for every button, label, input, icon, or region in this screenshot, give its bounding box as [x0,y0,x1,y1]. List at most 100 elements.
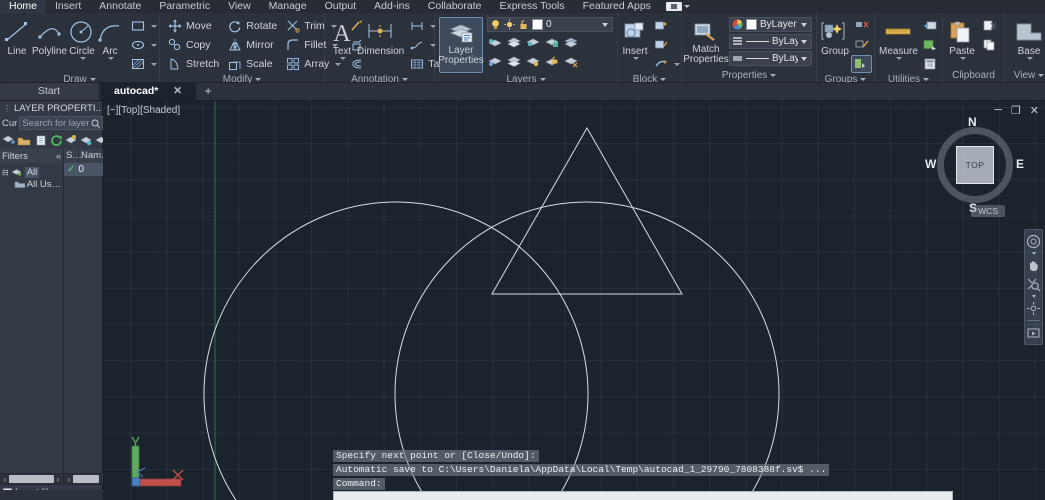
chevron-down-icon[interactable] [1031,252,1036,255]
viewcube-top-face[interactable]: TOP [956,146,994,184]
linetype-combo[interactable]: ByLayer [729,34,812,49]
chevron-down-icon[interactable] [340,57,346,60]
zoom-icon[interactable] [1025,276,1042,293]
filters-hscrollbar[interactable]: ‹ › [0,473,63,484]
file-tab-start[interactable]: Start [0,83,98,100]
wcs-selector[interactable]: WCS [971,205,1005,217]
scroll-right-icon[interactable]: › [54,475,62,484]
ribbon-tab-home[interactable]: Home [0,0,47,13]
panel-view-title[interactable]: View [1009,69,1045,82]
ribbon-tab-output[interactable]: Output [316,0,366,13]
cut-button[interactable] [979,17,1000,35]
edit-block-button[interactable] [650,36,683,54]
refresh-icon[interactable] [50,132,64,149]
edit-attribute-button[interactable] [650,55,683,73]
ribbon-tab-featured-apps[interactable]: Featured Apps [574,0,660,13]
modify-copy-button[interactable]: Copy [164,36,222,54]
chevron-down-icon[interactable] [602,22,608,27]
match-properties-button[interactable]: Match Properties [683,17,729,65]
group-selection-button[interactable] [851,55,872,73]
calculator-button[interactable] [920,55,941,73]
chevron-down-icon[interactable] [801,56,807,61]
modify-rotate-button[interactable]: Rotate [224,17,280,35]
workspace-switcher[interactable] [665,2,690,11]
ribbon-tab-parametric[interactable]: Parametric [150,0,219,13]
steering-wheel-icon[interactable] [1025,233,1042,250]
layer-freeze-icon[interactable] [506,34,523,51]
layer-states-icon[interactable] [65,132,79,149]
color-swatch[interactable] [746,19,757,30]
expand-icon[interactable]: ⊟ [2,168,9,177]
pan-icon[interactable] [1025,257,1042,274]
layer-lock-icon[interactable] [544,34,561,51]
draw-arc-button[interactable]: Arc [97,17,123,60]
copy-clip-button[interactable] [979,36,1000,54]
ungroup-button[interactable] [851,17,872,35]
chevron-down-icon[interactable] [674,62,680,66]
lineweight-combo[interactable]: ByLayer [729,51,812,66]
layer-unlock-icon[interactable] [544,53,561,70]
search-input[interactable]: Search for layer [19,116,104,130]
layer-previous-icon[interactable] [506,53,523,70]
palette-menu-icon[interactable]: ⋮ [3,104,11,113]
modify-mirror-button[interactable]: Mirror [224,36,280,54]
draw-hatch-button[interactable] [127,55,160,73]
chevron-down-icon[interactable] [960,57,966,60]
ribbon-tab-manage[interactable]: Manage [260,0,316,13]
annotation-text-button[interactable]: A Text [329,17,355,60]
draw-line-button[interactable]: Line [4,17,30,57]
modify-stretch-button[interactable]: Stretch [164,55,222,73]
viewcube[interactable]: TOP N S E W [925,115,1024,215]
layer-off-icon[interactable] [525,34,542,51]
layer-isolate-icon[interactable] [487,34,504,51]
layer-color-swatch[interactable] [532,19,543,30]
chevron-down-icon[interactable] [151,62,158,66]
scroll-left-icon[interactable]: ‹ [1,475,9,484]
draw-ellipse-button[interactable] [127,36,160,54]
group-edit-button[interactable] [851,36,872,54]
ribbon-tab-addins[interactable]: Add-ins [365,0,419,13]
modify-scale-button[interactable]: Scale [224,55,280,73]
layer-new-icon[interactable] [487,53,504,70]
scroll-left-icon[interactable]: ‹ [65,475,73,484]
viewcube-north-label[interactable]: N [968,115,977,129]
new-layer-icon[interactable] [2,132,16,149]
command-input[interactable] [333,491,953,500]
ribbon-tab-collaborate[interactable]: Collaborate [419,0,491,13]
panel-properties-title[interactable]: Properties [686,69,812,82]
tree-item-all[interactable]: ⊟ All [2,166,61,178]
new-tab-button[interactable]: + [198,83,218,100]
chevron-down-icon[interactable] [80,57,87,60]
orbit-icon[interactable] [1025,300,1042,317]
collapse-filters-icon[interactable]: « [56,151,61,161]
chevron-down-icon[interactable] [1031,295,1036,298]
layer-properties-button[interactable]: Layer Properties [438,17,484,73]
chevron-down-icon[interactable] [151,24,158,28]
chevron-down-icon[interactable] [801,39,807,44]
paste-button[interactable]: Paste [947,17,977,60]
annotation-dimension-button[interactable]: Dimension [357,17,404,57]
layer-match-icon[interactable] [525,53,542,70]
scrollbar-thumb[interactable] [9,475,54,483]
layer-merge-icon[interactable] [563,34,580,51]
ribbon-tab-express-tools[interactable]: Express Tools [490,0,573,13]
group-button[interactable]: Group [821,17,849,57]
quick-select-button[interactable] [920,17,941,35]
measure-button[interactable]: Measure [879,17,918,60]
new-property-filter-icon[interactable] [35,132,49,149]
ribbon-tab-view[interactable]: View [219,0,260,13]
scrollbar-thumb[interactable] [73,475,99,483]
file-tab-autocad[interactable]: autocad* ✕ [100,83,197,100]
chevron-down-icon[interactable] [108,57,115,60]
show-motion-icon[interactable] [1025,324,1042,341]
draw-circle-button[interactable]: Circle [69,17,95,60]
chevron-down-icon[interactable] [801,22,807,27]
modify-move-button[interactable]: Move [164,17,222,35]
palette-title-bar[interactable]: ⋮ LAYER PROPERTI... [0,101,102,115]
insert-block-button[interactable]: Insert [622,17,648,60]
draw-polyline-button[interactable]: Polyline [32,17,67,57]
layer-selector-combo[interactable]: 0 [487,17,613,32]
new-group-filter-icon[interactable] [17,132,31,149]
base-view-button[interactable]: Base [1009,17,1045,60]
drawing-canvas[interactable]: [−][Top][Shaded] ─ ❐ ✕ TOP N S E W WCS S… [103,101,1045,500]
